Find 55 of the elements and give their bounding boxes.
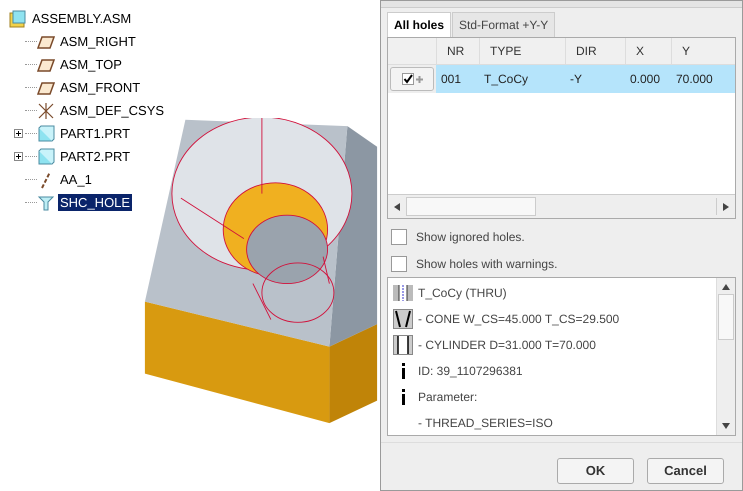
tab[interactable]: Std-Format +Y-Y bbox=[452, 12, 556, 37]
tree-item[interactable]: SHC_HOLE bbox=[58, 194, 132, 211]
column-header[interactable]: NR bbox=[436, 38, 479, 64]
cancel-button[interactable]: Cancel bbox=[647, 458, 724, 484]
table-cell-text: 001 bbox=[440, 71, 462, 88]
cube-icon bbox=[37, 124, 55, 142]
column-header[interactable]: X bbox=[625, 38, 671, 64]
tree-item[interactable]: ASM_DEF_CSYS bbox=[58, 102, 166, 119]
hole-icon bbox=[37, 194, 55, 212]
table-cell-text: -Y bbox=[569, 71, 583, 88]
tree-item[interactable]: PART2.PRT bbox=[58, 148, 132, 165]
hole-section-icon bbox=[393, 285, 413, 301]
horizontal-scrollbar[interactable] bbox=[388, 194, 735, 218]
plus-icon bbox=[416, 76, 422, 82]
column-header[interactable]: DIR bbox=[565, 38, 625, 64]
checkbox[interactable] bbox=[391, 256, 407, 272]
table-cell-text: 0.000 bbox=[629, 71, 662, 88]
detail-text: ID: 39_1107296381 bbox=[418, 364, 523, 378]
checkbox[interactable] bbox=[391, 228, 407, 244]
scroll-left-icon[interactable] bbox=[394, 202, 400, 210]
detail-text: - THREAD_SERIES=ISO bbox=[418, 416, 553, 430]
detail-text: T_CoCy (THRU) bbox=[418, 286, 507, 300]
tree-item[interactable]: ASM_RIGHT bbox=[58, 33, 138, 50]
scroll-right-icon[interactable] bbox=[723, 202, 729, 210]
detail-text: - CONE W_CS=45.000 T_CS=29.500 bbox=[418, 312, 620, 326]
vertical-scrollbar[interactable] bbox=[716, 278, 735, 435]
tab[interactable]: All holes bbox=[387, 12, 452, 37]
tree-item[interactable]: PART1.PRT bbox=[58, 125, 132, 142]
cube-icon bbox=[37, 148, 55, 166]
tree-item[interactable]: ASM_TOP bbox=[58, 56, 124, 73]
expand-icon[interactable] bbox=[14, 152, 23, 161]
ok-button[interactable]: OK bbox=[557, 458, 634, 484]
checkbox-label: Show holes with warnings. bbox=[416, 256, 558, 270]
column-header[interactable]: TYPE bbox=[479, 38, 565, 64]
expand-icon[interactable] bbox=[14, 129, 23, 138]
tree-item[interactable]: ASSEMBLY.ASM bbox=[30, 10, 134, 27]
table-row[interactable]: 001 T_CoCy -Y 0.000 70.000 bbox=[388, 65, 735, 93]
scroll-down-icon[interactable] bbox=[722, 423, 730, 429]
row-toggle-button[interactable] bbox=[390, 67, 434, 91]
info-icon bbox=[400, 389, 406, 405]
detail-text: - CYLINDER D=31.000 T=70.000 bbox=[418, 338, 596, 352]
cylinder-section-icon bbox=[393, 335, 413, 355]
info-icon bbox=[400, 363, 406, 379]
assembly-icon bbox=[9, 10, 27, 28]
checkbox[interactable] bbox=[402, 73, 414, 85]
cone-section-icon bbox=[393, 309, 413, 329]
checkbox-label: Show ignored holes. bbox=[416, 230, 525, 244]
scroll-up-icon[interactable] bbox=[722, 284, 730, 290]
table-cell-text: 70.000 bbox=[675, 71, 714, 88]
tree-item[interactable]: ASM_FRONT bbox=[58, 79, 142, 96]
table-cell-text: T_CoCy bbox=[483, 71, 530, 88]
column-header[interactable]: Y bbox=[671, 38, 731, 64]
detail-text: Parameter: bbox=[418, 390, 478, 404]
coordinate-system-icon bbox=[37, 102, 55, 120]
tree-item[interactable]: AA_1 bbox=[58, 171, 94, 188]
